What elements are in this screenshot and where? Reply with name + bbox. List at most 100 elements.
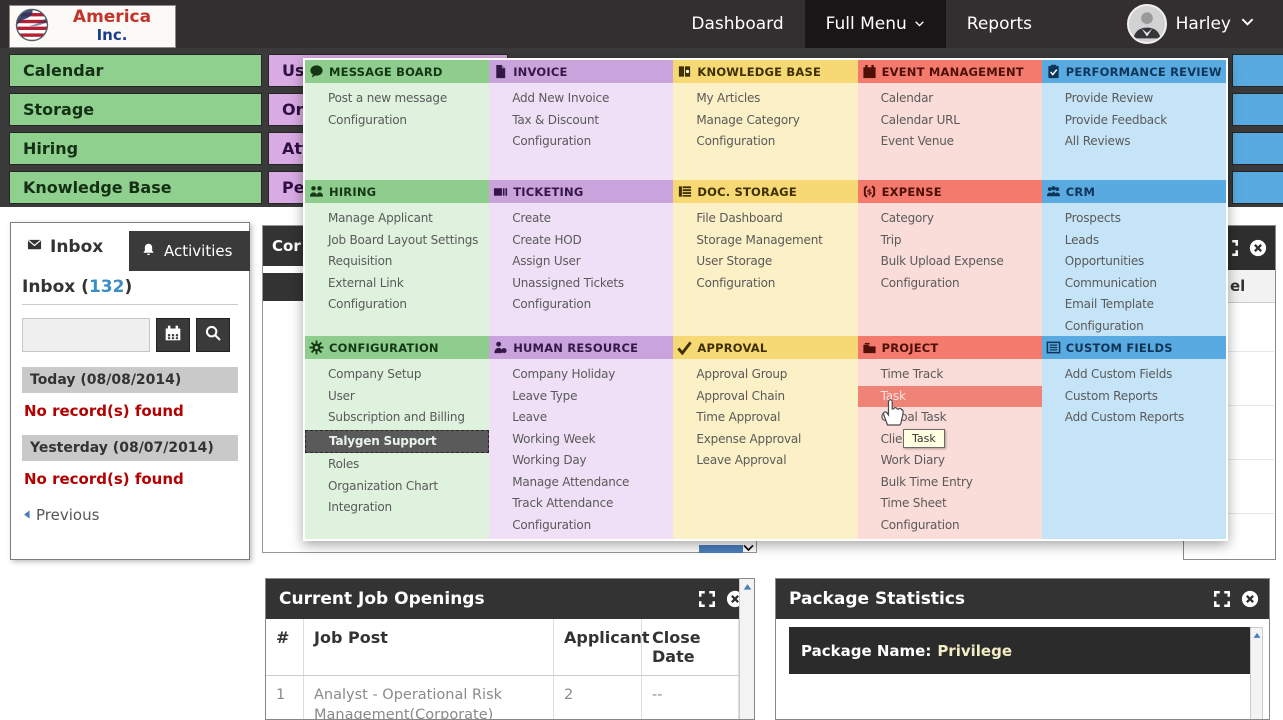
menu-item-configuration[interactable]: Configuration [489, 131, 673, 153]
menu-item-tax-discount[interactable]: Tax & Discount [489, 110, 673, 132]
menu-item-configuration[interactable]: Configuration [489, 515, 673, 537]
menu-item-user[interactable]: User [305, 386, 489, 408]
calendar-button[interactable] [156, 318, 190, 352]
column-header-job-post: Job Post [304, 619, 554, 675]
menu-item-working-day[interactable]: Working Day [489, 450, 673, 472]
menu-item-expense-approval[interactable]: Expense Approval [673, 429, 857, 451]
close-icon[interactable] [1239, 588, 1261, 610]
launch-button-blue-3[interactable] [1232, 171, 1283, 204]
menu-item-communication[interactable]: Communication [1042, 273, 1226, 295]
menu-item-provide-feedback[interactable]: Provide Feedback [1042, 110, 1226, 132]
menu-item-storage-management[interactable]: Storage Management [673, 230, 857, 252]
menu-item-manage-applicant[interactable]: Manage Applicant [305, 208, 489, 230]
menu-item-all-reviews[interactable]: All Reviews [1042, 131, 1226, 153]
menu-item-add-custom-fields[interactable]: Add Custom Fields [1042, 364, 1226, 386]
menu-item-leave-type[interactable]: Leave Type [489, 386, 673, 408]
menu-item-approval-chain[interactable]: Approval Chain [673, 386, 857, 408]
menu-item-my-articles[interactable]: My Articles [673, 88, 857, 110]
launch-button-hiring[interactable]: Hiring [9, 132, 262, 165]
menu-item-configuration[interactable]: Configuration [1042, 316, 1226, 337]
user-menu[interactable]: Harley [1126, 0, 1255, 48]
menu-item-clients[interactable]: Clients [858, 429, 1042, 451]
menu-item-calendar-url[interactable]: Calendar URL [858, 110, 1042, 132]
nav-item-reports[interactable]: Reports [946, 0, 1053, 48]
menu-item-prospects[interactable]: Prospects [1042, 208, 1226, 230]
menu-item-integration[interactable]: Integration [305, 497, 489, 519]
menu-item-subscription-and-billing[interactable]: Subscription and Billing [305, 407, 489, 429]
menu-item-configuration[interactable]: Configuration [858, 515, 1042, 537]
menu-item-configuration[interactable]: Configuration [489, 294, 673, 316]
chevron-down-icon[interactable] [742, 539, 755, 558]
menu-item-configuration[interactable]: Configuration [673, 131, 857, 153]
menu-item-create-hod[interactable]: Create HOD [489, 230, 673, 252]
menu-item-add-custom-reports[interactable]: Add Custom Reports [1042, 407, 1226, 429]
launch-button-calendar[interactable]: Calendar [9, 54, 262, 87]
menu-item-leave-approval[interactable]: Leave Approval [673, 450, 857, 472]
tab-activities[interactable]: Activities [129, 231, 250, 271]
menu-item-post-a-new-message[interactable]: Post a new message [305, 88, 489, 110]
menu-item-user-storage[interactable]: User Storage [673, 251, 857, 273]
menu-item-roles[interactable]: Roles [305, 454, 489, 476]
previous-link[interactable]: Previous [22, 506, 238, 524]
menu-item-leave[interactable]: Leave [489, 407, 673, 429]
jobs-scrollbar[interactable] [739, 579, 754, 719]
menu-item-configuration[interactable]: Configuration [305, 294, 489, 316]
menu-item-configuration[interactable]: Configuration [305, 110, 489, 132]
menu-item-category[interactable]: Category [858, 208, 1042, 230]
menu-item-requisition[interactable]: Requisition [305, 251, 489, 273]
menu-item-opportunities[interactable]: Opportunities [1042, 251, 1226, 273]
launch-button-storage[interactable]: Storage [9, 93, 262, 126]
expand-icon[interactable] [696, 588, 718, 610]
menu-item-working-week[interactable]: Working Week [489, 429, 673, 451]
menu-item-configuration[interactable]: Configuration [858, 273, 1042, 295]
company-logo[interactable]: America Inc. [9, 5, 176, 48]
menu-item-unassigned-tickets[interactable]: Unassigned Tickets [489, 273, 673, 295]
menu-item-work-diary[interactable]: Work Diary [858, 450, 1042, 472]
menu-item-email-template[interactable]: Email Template [1042, 294, 1226, 316]
menu-item-create[interactable]: Create [489, 208, 673, 230]
nav-item-full-menu[interactable]: Full Menu [804, 0, 946, 48]
menu-item-time-sheet[interactable]: Time Sheet [858, 493, 1042, 515]
menu-item-manage-category[interactable]: Manage Category [673, 110, 857, 132]
horizontal-scroll-thumb[interactable] [699, 545, 743, 553]
menu-item-global-task[interactable]: Global Task [858, 407, 1042, 429]
menu-item-assign-user[interactable]: Assign User [489, 251, 673, 273]
tab-inbox[interactable]: Inbox [11, 223, 129, 271]
menu-item-event-venue[interactable]: Event Venue [858, 131, 1042, 153]
menu-item-add-new-invoice[interactable]: Add New Invoice [489, 88, 673, 110]
menu-item-bulk-upload-expense[interactable]: Bulk Upload Expense [858, 251, 1042, 273]
menu-item-approval-group[interactable]: Approval Group [673, 364, 857, 386]
menu-item-provide-review[interactable]: Provide Review [1042, 88, 1226, 110]
menu-item-custom-reports[interactable]: Custom Reports [1042, 386, 1226, 408]
menu-item-time-track[interactable]: Time Track [858, 364, 1042, 386]
menu-item-bulk-time-entry[interactable]: Bulk Time Entry [858, 472, 1042, 494]
launch-button-blue-2[interactable] [1232, 132, 1283, 165]
menu-item-organization-chart[interactable]: Organization Chart [305, 476, 489, 498]
menu-item-task[interactable]: Task [857, 385, 1042, 407]
menu-item-job-board-layout-settings[interactable]: Job Board Layout Settings [305, 230, 489, 252]
close-icon[interactable] [1247, 237, 1269, 259]
menu-item-external-link[interactable]: External Link [305, 273, 489, 295]
menu-item-trip[interactable]: Trip [858, 230, 1042, 252]
menu-section-header: TICKETING [489, 180, 674, 203]
launch-button-blue-0[interactable] [1232, 54, 1283, 87]
package-scrollbar[interactable] [1250, 627, 1263, 719]
menu-item-manage-attendance[interactable]: Manage Attendance [489, 472, 673, 494]
menu-item-company-holiday[interactable]: Company Holiday [489, 364, 673, 386]
inbox-search-input[interactable] [22, 318, 150, 352]
menu-item-configuration[interactable]: Configuration [673, 273, 857, 295]
menu-item-company-setup[interactable]: Company Setup [305, 364, 489, 386]
menu-item-file-dashboard[interactable]: File Dashboard [673, 208, 857, 230]
launch-button-blue-1[interactable] [1232, 93, 1283, 126]
expand-icon[interactable] [1211, 588, 1233, 610]
menu-item-talygen-support[interactable]: Talygen Support [305, 429, 490, 453]
performance-review-icon [1046, 64, 1061, 79]
menu-item-time-approval[interactable]: Time Approval [673, 407, 857, 429]
search-button[interactable] [196, 318, 230, 352]
menu-item-calendar[interactable]: Calendar [858, 88, 1042, 110]
launch-button-knowledge-base[interactable]: Knowledge Base [9, 171, 262, 204]
menu-item-leads[interactable]: Leads [1042, 230, 1226, 252]
nav-item-dashboard[interactable]: Dashboard [670, 0, 804, 48]
logo-line1: America [72, 7, 152, 28]
menu-item-track-attendance[interactable]: Track Attendance [489, 493, 673, 515]
